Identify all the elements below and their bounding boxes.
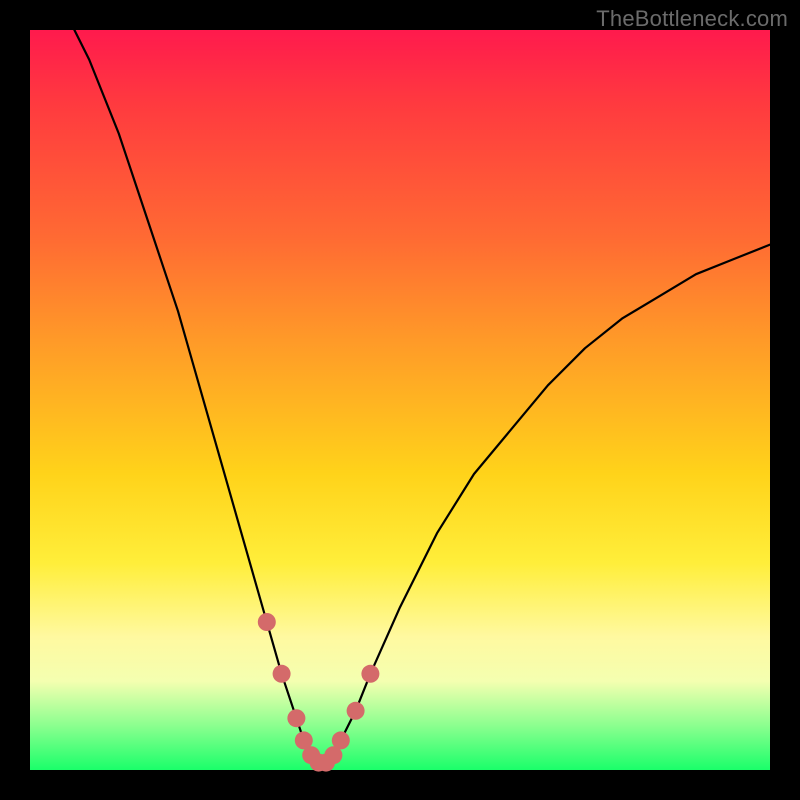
plot-area: [30, 30, 770, 770]
marker-dot: [347, 702, 365, 720]
marker-dot: [361, 665, 379, 683]
marker-dot: [287, 709, 305, 727]
marker-dot: [332, 731, 350, 749]
marker-dot: [273, 665, 291, 683]
chart-frame: TheBottleneck.com: [0, 0, 800, 800]
marker-group: [258, 613, 380, 772]
curve-layer: [30, 30, 770, 770]
watermark-text: TheBottleneck.com: [596, 6, 788, 32]
bottleneck-curve: [74, 30, 770, 763]
marker-dot: [258, 613, 276, 631]
